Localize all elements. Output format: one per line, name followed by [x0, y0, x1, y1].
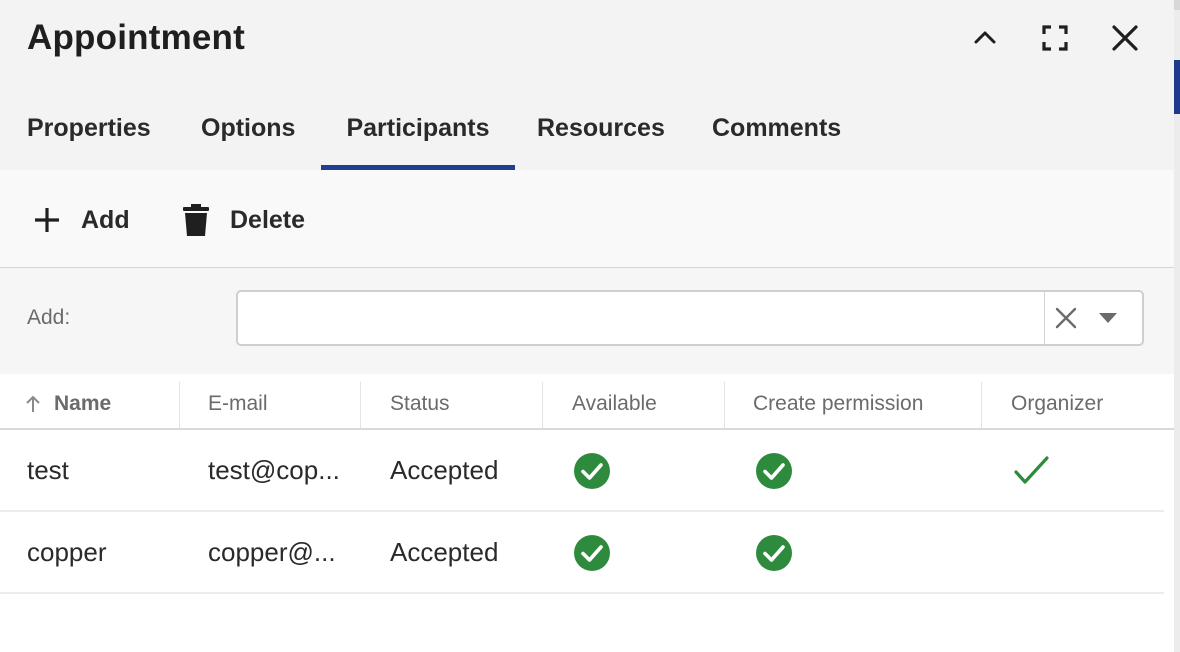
cell-name: test [27, 455, 69, 485]
add-participant-combobox[interactable] [236, 290, 1144, 346]
chevron-up-icon [974, 31, 996, 44]
organizer-check-icon [1014, 456, 1049, 484]
column-header-organizer[interactable]: Organizer [983, 374, 1163, 428]
column-header-email[interactable]: E-mail [180, 374, 360, 428]
background-app-edge [1174, 0, 1180, 652]
add-participant-row: Add: [0, 268, 1174, 374]
cell-status: Accepted [390, 455, 499, 485]
delete-button-label: Delete [230, 205, 306, 234]
close-icon [1112, 25, 1138, 51]
tab-options[interactable]: Options [201, 100, 295, 170]
available-check-icon [574, 535, 610, 571]
column-header-available[interactable]: Available [544, 374, 724, 428]
appointment-dialog: Appointment Properties Options Participa… [0, 0, 1174, 652]
clear-icon [1055, 307, 1077, 329]
cell-status: Accepted [390, 537, 499, 567]
plus-icon [33, 206, 61, 234]
available-check-icon [574, 453, 610, 489]
column-header-create-permission[interactable]: Create permission [725, 374, 981, 428]
add-button[interactable]: Add [33, 198, 130, 242]
cell-name: copper [27, 537, 107, 567]
participants-table: Name E-mail Status Available Create perm… [0, 374, 1174, 652]
close-button[interactable] [1105, 18, 1145, 58]
collapse-button[interactable] [965, 18, 1005, 58]
background-edge-top [1174, 0, 1180, 10]
trash-icon [182, 203, 210, 237]
dialog-title: Appointment [27, 18, 245, 57]
dropdown-button[interactable] [1094, 304, 1122, 332]
table-header: Name E-mail Status Available Create perm… [0, 374, 1174, 430]
column-header-status[interactable]: Status [362, 374, 542, 428]
tab-participants[interactable]: Participants [321, 100, 515, 170]
cell-email: test@cop... [208, 455, 340, 485]
tab-comments[interactable]: Comments [712, 100, 841, 170]
column-header-name[interactable]: Name [26, 374, 178, 428]
column-separator [542, 382, 543, 428]
maximize-icon [1042, 25, 1068, 51]
delete-button[interactable]: Delete [182, 198, 305, 242]
maximize-button[interactable] [1035, 18, 1075, 58]
cell-email: copper@... [208, 537, 336, 567]
background-edge-accent [1174, 60, 1180, 114]
dialog-header: Appointment Properties Options Participa… [0, 0, 1174, 170]
add-participant-input[interactable] [238, 292, 1044, 344]
tab-resources[interactable]: Resources [537, 100, 665, 170]
table-row[interactable]: copper copper@... Accepted [0, 512, 1164, 594]
add-button-label: Add [81, 205, 130, 234]
column-separator [360, 382, 361, 428]
caret-down-icon [1099, 313, 1117, 323]
create-permission-check-icon [756, 453, 792, 489]
add-field-label: Add: [27, 306, 71, 329]
clear-button[interactable] [1052, 304, 1080, 332]
tab-properties[interactable]: Properties [27, 100, 151, 170]
create-permission-check-icon [756, 535, 792, 571]
tab-bar: Properties Options Participants Resource… [0, 100, 1174, 170]
column-separator [981, 382, 982, 428]
participants-toolbar: Add Delete [0, 170, 1174, 268]
combo-divider [1044, 292, 1045, 344]
table-row[interactable]: test test@cop... Accepted [0, 430, 1164, 512]
